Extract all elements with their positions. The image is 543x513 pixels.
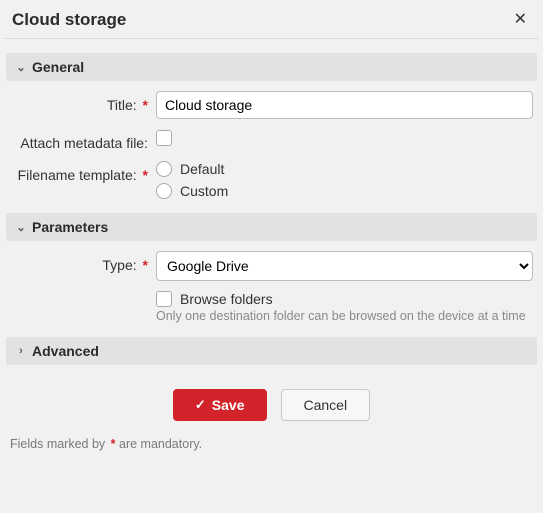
- radio-option-custom[interactable]: Custom: [156, 183, 533, 199]
- save-button[interactable]: ✓ Save: [173, 389, 267, 421]
- dialog-title: Cloud storage: [12, 10, 126, 30]
- browse-folders-label: Browse folders: [180, 291, 273, 307]
- row-browse-folders: Browse folders Only one destination fold…: [10, 291, 533, 323]
- radio-custom[interactable]: [156, 183, 172, 199]
- radio-label-custom: Custom: [180, 183, 228, 199]
- section-header-parameters[interactable]: ⌄ Parameters: [6, 213, 537, 241]
- divider: [4, 38, 539, 39]
- required-marker: *: [143, 167, 148, 183]
- title-input[interactable]: [156, 91, 533, 119]
- label-attach-metadata: Attach metadata file:: [10, 129, 156, 151]
- section-title-general: General: [32, 59, 84, 75]
- required-marker: *: [143, 257, 148, 273]
- required-marker: *: [143, 97, 148, 113]
- cancel-button[interactable]: Cancel: [281, 389, 371, 421]
- section-title-parameters: Parameters: [32, 219, 108, 235]
- browse-folders-checkbox[interactable]: [156, 291, 172, 307]
- footer-note: Fields marked by * are mandatory.: [0, 427, 543, 465]
- row-type: Type: * Google Drive: [10, 251, 533, 281]
- cloud-storage-dialog: Cloud storage ✕ ⌄ General Title: * Attac…: [0, 0, 543, 465]
- row-filename-template: Filename template: * Default Custom: [10, 161, 533, 199]
- radio-option-default[interactable]: Default: [156, 161, 533, 177]
- section-header-advanced[interactable]: › Advanced: [6, 337, 537, 365]
- chevron-right-icon: ›: [14, 345, 28, 357]
- check-icon: ✓: [195, 397, 206, 413]
- row-attach-metadata: Attach metadata file:: [10, 129, 533, 151]
- browse-folders-hint: Only one destination folder can be brows…: [156, 309, 533, 323]
- button-bar: ✓ Save Cancel: [0, 379, 543, 427]
- row-title: Title: *: [10, 91, 533, 119]
- label-type: Type: *: [10, 251, 156, 273]
- radio-label-default: Default: [180, 161, 224, 177]
- section-body-general: Title: * Attach metadata file: Filename …: [0, 91, 543, 213]
- type-select[interactable]: Google Drive: [156, 251, 533, 281]
- section-title-advanced: Advanced: [32, 343, 99, 359]
- section-header-general[interactable]: ⌄ General: [6, 53, 537, 81]
- dialog-header: Cloud storage ✕: [0, 0, 543, 38]
- chevron-down-icon: ⌄: [14, 61, 28, 74]
- close-icon[interactable]: ✕: [510, 8, 531, 32]
- save-button-label: Save: [212, 397, 245, 413]
- label-title: Title: *: [10, 91, 156, 113]
- section-body-parameters: Type: * Google Drive Browse folders Only…: [0, 251, 543, 337]
- cancel-button-label: Cancel: [304, 397, 348, 413]
- chevron-down-icon: ⌄: [14, 221, 28, 234]
- radio-default[interactable]: [156, 161, 172, 177]
- browse-folders-option[interactable]: Browse folders: [156, 291, 533, 307]
- attach-metadata-checkbox[interactable]: [156, 130, 172, 146]
- label-filename-template: Filename template: *: [10, 161, 156, 183]
